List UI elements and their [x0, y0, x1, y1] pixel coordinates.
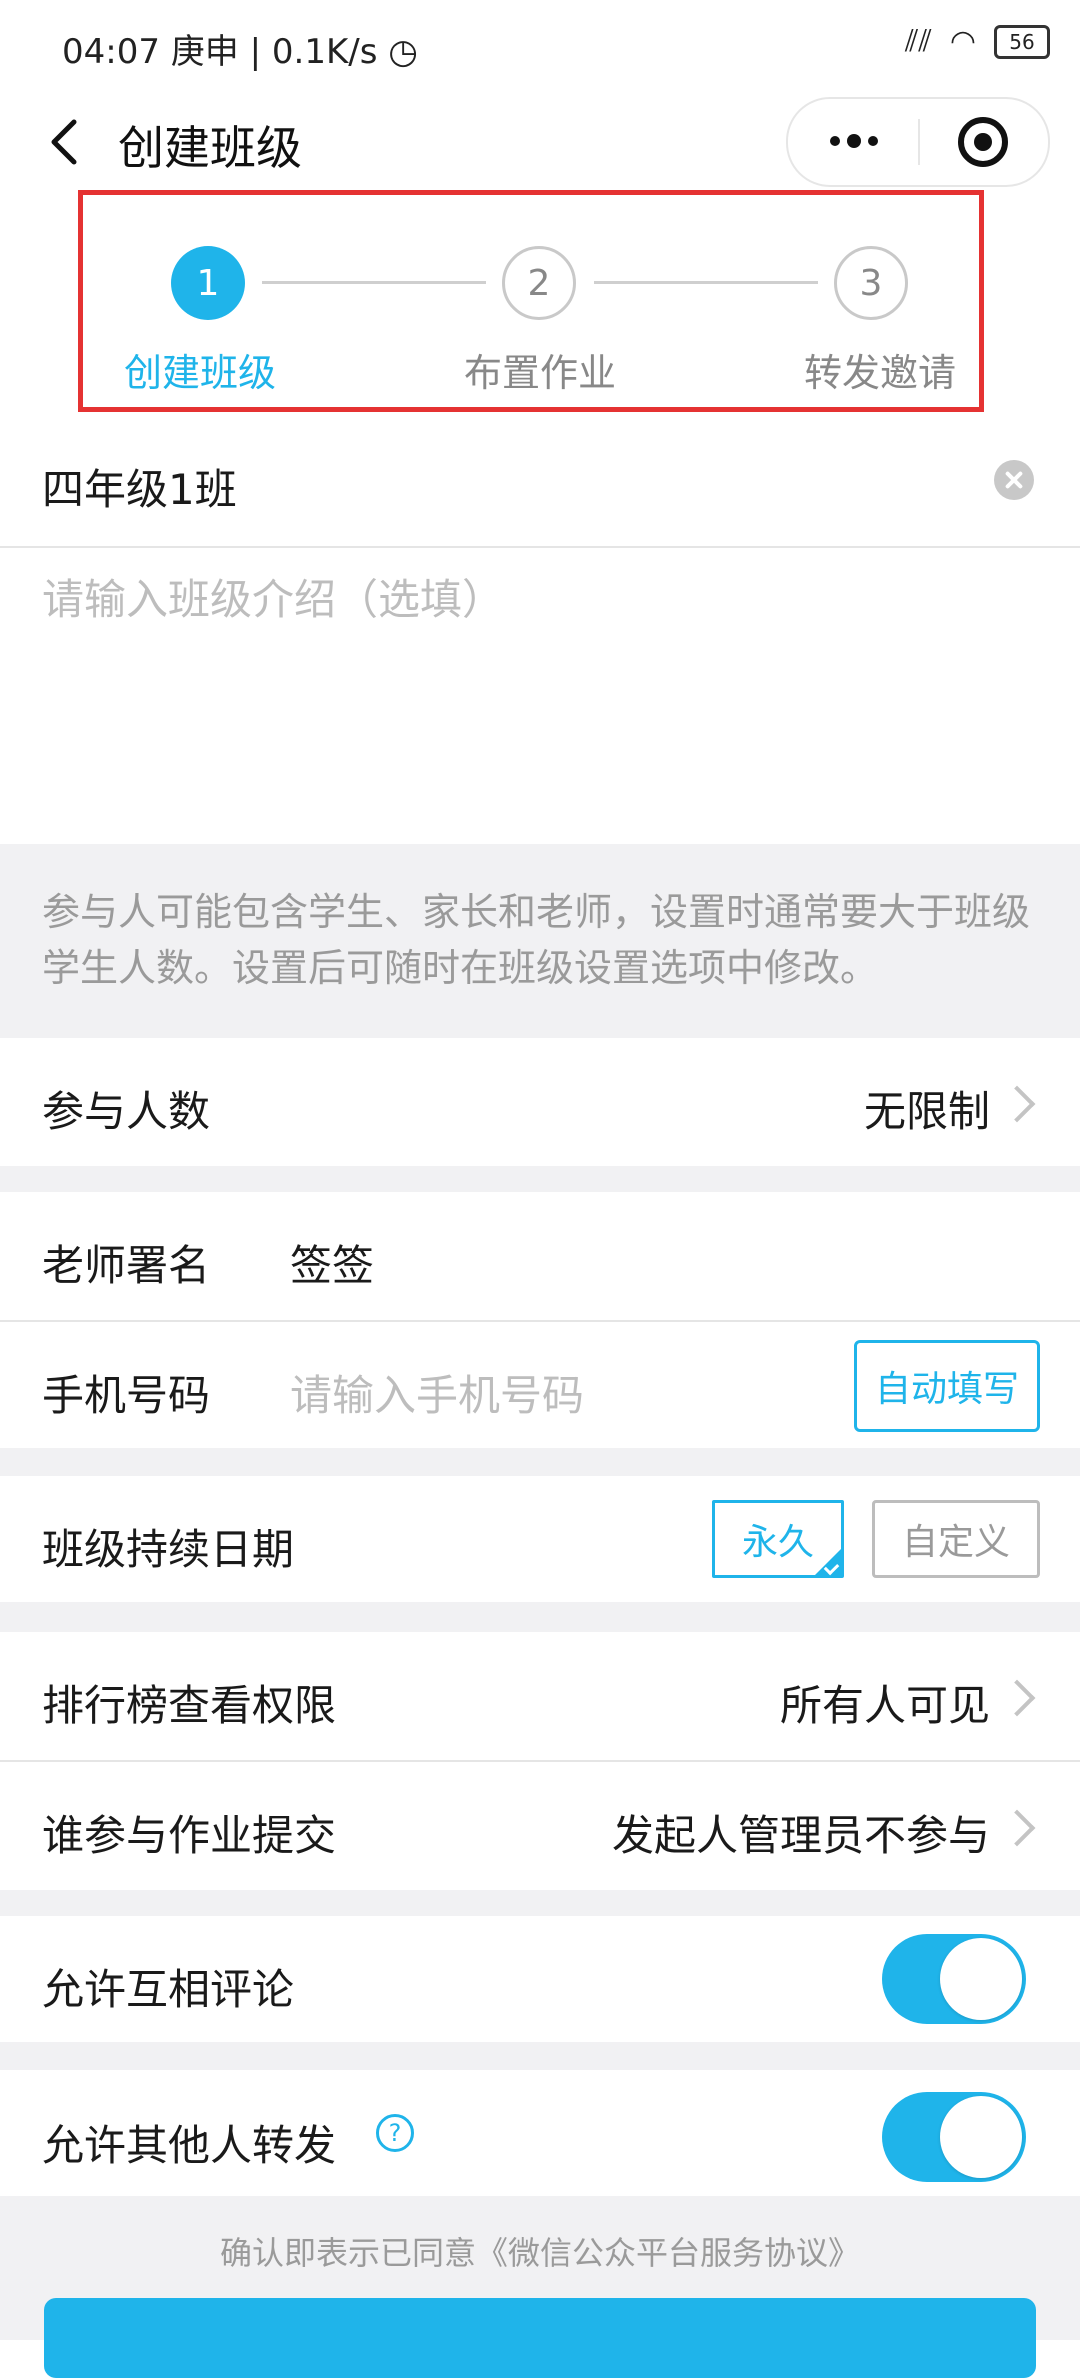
status-left: 04:07 庚申 | 0.1K/s ◷: [62, 32, 418, 72]
battery-icon: 56: [994, 24, 1050, 59]
status-bar: 04:07 庚申 | 0.1K/s ◷ ⫽⫽ ◠ 56: [0, 0, 1080, 92]
status-right: ⫽⫽ ◠ 56: [905, 24, 1050, 59]
forward-row: 允许其他人转发 ?: [0, 2070, 1080, 2196]
status-time: 04:07: [62, 32, 160, 72]
capsule-divider: [918, 119, 920, 165]
ranking-value: 所有人可见: [779, 1681, 990, 1730]
help-icon[interactable]: ?: [376, 2114, 414, 2152]
duration-permanent-option[interactable]: 永久: [712, 1500, 844, 1578]
class-intro-textarea[interactable]: 请输入班级介绍（选填）: [42, 566, 504, 627]
mini-program-capsule: [786, 97, 1050, 187]
submit-label: 谁参与作业提交: [42, 1811, 337, 1860]
phone-input[interactable]: 请输入手机号码: [290, 1362, 584, 1423]
duration-row: 班级持续日期 永久 自定义: [0, 1476, 1080, 1602]
status-date: 庚申: [170, 32, 239, 72]
participants-row[interactable]: 参与人数 无限制: [0, 1038, 1080, 1166]
step-2-circle: 2: [502, 246, 576, 320]
submit-row[interactable]: 谁参与作业提交 发起人管理员不参与: [0, 1762, 1080, 1890]
step-3-label: 转发邀请: [804, 351, 957, 395]
clear-icon[interactable]: [994, 460, 1034, 500]
autofill-button[interactable]: 自动填写: [854, 1340, 1040, 1432]
participants-note-section: 参与人可能包含学生、家长和老师，设置时通常要大于班级学生人数。设置后可随时在班级…: [0, 844, 1080, 1038]
chevron-right-icon: [998, 1809, 1036, 1847]
class-name-input[interactable]: 四年级1班: [42, 456, 237, 517]
step-3-circle: 3: [834, 246, 908, 320]
alarm-icon: ◷: [388, 32, 418, 72]
step-2-label: 布置作业: [464, 351, 617, 395]
help-icon-glyph: ?: [388, 2119, 402, 2147]
submit-value: 发起人管理员不参与: [611, 1811, 990, 1860]
duration-label: 班级持续日期: [42, 1525, 295, 1574]
battery-level: 56: [1009, 29, 1035, 54]
comment-row: 允许互相评论: [0, 1916, 1080, 2042]
duration-permanent-label: 永久: [741, 1522, 814, 1563]
divider: [0, 546, 1080, 548]
ranking-row[interactable]: 排行榜查看权限 所有人可见: [0, 1632, 1080, 1760]
wifi-icon: ◠: [949, 24, 976, 59]
duration-custom-option[interactable]: 自定义: [872, 1500, 1040, 1578]
step-1-label: 创建班级: [124, 351, 277, 395]
target-circle-icon[interactable]: [954, 113, 1012, 171]
section-gap: [0, 1890, 1080, 1916]
ranking-label: 排行榜查看权限: [42, 1681, 337, 1730]
step-connector: [594, 281, 818, 284]
chevron-right-icon: [998, 1085, 1036, 1123]
more-dots-icon[interactable]: [814, 111, 894, 171]
chevron-right-icon: [998, 1679, 1036, 1717]
back-arrow-icon[interactable]: [40, 112, 100, 172]
phone-label: 手机号码: [42, 1371, 211, 1420]
teacher-label: 老师署名: [42, 1241, 211, 1290]
step-connector: [262, 281, 486, 284]
section-gap: [0, 1166, 1080, 1192]
forward-toggle[interactable]: [882, 2092, 1026, 2182]
signal-icon: ⫽⫽: [905, 24, 932, 59]
next-button[interactable]: [44, 2298, 1036, 2378]
teacher-name-input[interactable]: 签签: [290, 1232, 374, 1293]
toggle-knob: [940, 2096, 1022, 2178]
section-gap: [0, 1602, 1080, 1632]
forward-label: 允许其他人转发: [42, 2121, 337, 2170]
section-gap: [0, 1448, 1080, 1476]
phone-row: 手机号码 请输入手机号码 自动填写: [0, 1322, 1080, 1448]
participants-label: 参与人数: [42, 1087, 211, 1136]
nav-header: 创建班级: [0, 92, 1080, 192]
comment-label: 允许互相评论: [42, 1965, 295, 2014]
duration-custom-label: 自定义: [901, 1522, 1010, 1563]
network-speed: 0.1K/s: [271, 32, 378, 72]
participants-note: 参与人可能包含学生、家长和老师，设置时通常要大于班级学生人数。设置后可随时在班级…: [42, 890, 1031, 990]
teacher-row: 老师署名 签签: [0, 1192, 1080, 1320]
comment-toggle[interactable]: [882, 1934, 1026, 2024]
toggle-knob: [940, 1938, 1022, 2020]
section-gap: [0, 2042, 1080, 2070]
step-1-circle: 1: [171, 246, 245, 320]
page-title: 创建班级: [118, 121, 302, 175]
agreement-text[interactable]: 确认即表示已同意《微信公众平台服务协议》: [0, 2228, 1080, 2274]
participants-value: 无限制: [863, 1087, 990, 1136]
